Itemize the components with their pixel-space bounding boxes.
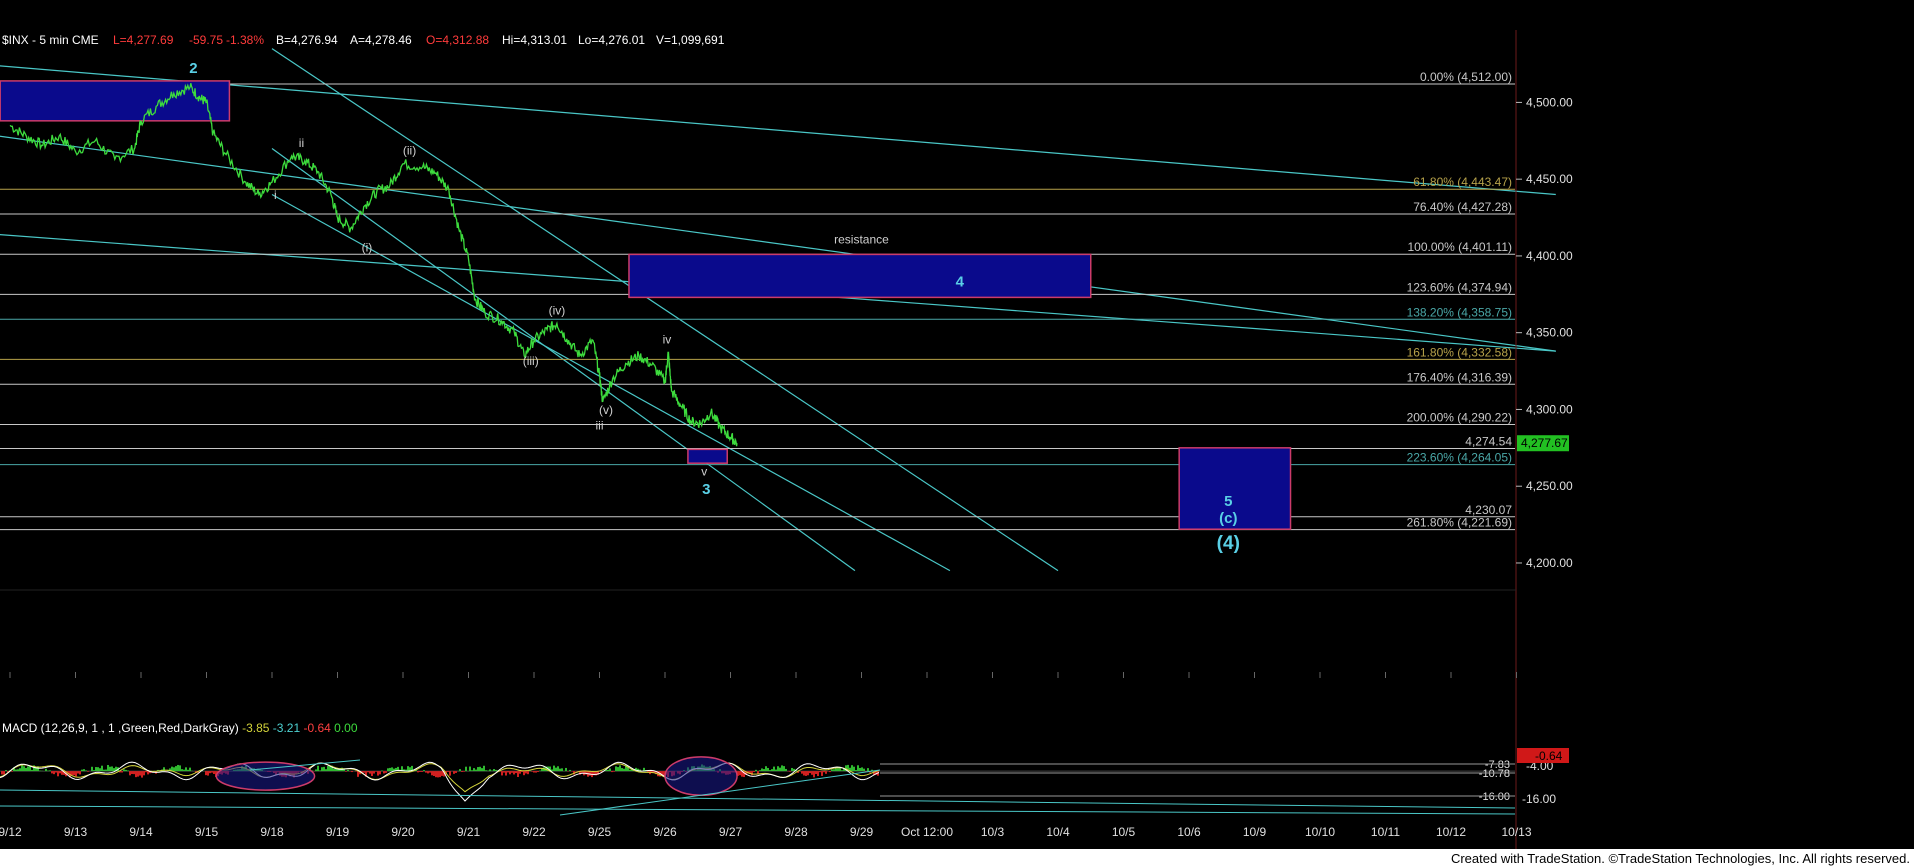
y-tick-label: 4,200.00	[1526, 556, 1573, 570]
fib-level-label: 61.80% (4,443.47)	[1413, 175, 1512, 189]
chart-header-low: Lo=4,276.01	[578, 33, 646, 47]
x-tick-label: 9/13	[64, 825, 88, 839]
x-tick-label: 9/15	[195, 825, 219, 839]
credit-bar: Created with TradeStation. ©TradeStation…	[0, 849, 1914, 868]
x-tick-label: 10/3	[981, 825, 1005, 839]
wave-label: 4	[956, 274, 965, 291]
x-tick-label: 9/19	[326, 825, 350, 839]
x-tick-label: 9/25	[588, 825, 612, 839]
fib-level-label: 100.00% (4,401.11)	[1407, 240, 1512, 254]
target-box	[0, 80, 231, 122]
wave-label: (i)	[362, 240, 373, 254]
y-tick-label: 4,350.00	[1526, 326, 1573, 340]
x-tick-label: 9/14	[129, 825, 153, 839]
target-box	[628, 253, 1092, 299]
y-tick-label: 4,400.00	[1526, 249, 1573, 263]
fib-level-label: 76.40% (4,427.28)	[1413, 200, 1512, 214]
wave-label: (iv)	[549, 303, 566, 317]
chart-header-bid: B=4,276.94	[276, 33, 338, 47]
chart-header-ask: A=4,278.46	[350, 33, 412, 47]
divergence-ellipse	[664, 756, 738, 797]
fib-level-label: 123.60% (4,374.94)	[1407, 280, 1512, 294]
wave-label: v	[701, 464, 707, 478]
x-tick-label: 10/13	[1501, 825, 1531, 839]
y-tick-label: 4,500.00	[1526, 95, 1573, 109]
macd-current-tag-label: -0.64	[1535, 749, 1563, 763]
wave-label: (iii)	[523, 354, 539, 368]
fib-level-label: 200.00% (4,290.22)	[1407, 410, 1512, 424]
fib-level-label: 4,274.54	[1465, 435, 1512, 449]
x-tick-label: 9/29	[850, 825, 874, 839]
wave-label: ii	[299, 136, 304, 150]
fib-level-label: 223.60% (4,264.05)	[1407, 451, 1512, 465]
wave-label: 5	[1224, 493, 1232, 510]
chart-header-symbol: $INX - 5 min CME	[2, 33, 99, 47]
credit-text: Created with TradeStation. ©TradeStation…	[1450, 851, 1910, 866]
target-box	[687, 448, 728, 464]
y-tick-label: 4,450.00	[1526, 172, 1573, 186]
x-tick-label: 10/9	[1243, 825, 1267, 839]
macd-y-tick-label: -16.00	[1522, 792, 1556, 806]
x-tick-label: 9/18	[260, 825, 284, 839]
x-tick-label: 9/22	[522, 825, 546, 839]
chart-header-volume: V=1,099,691	[656, 33, 725, 47]
x-tick-label: 10/4	[1046, 825, 1070, 839]
x-tick-label: 9/27	[719, 825, 743, 839]
y-tick-label: 4,300.00	[1526, 402, 1573, 416]
x-tick-label: 9/28	[784, 825, 808, 839]
x-tick-label: 9/21	[457, 825, 481, 839]
wave-label: (4)	[1217, 533, 1240, 554]
chart-header-open: O=4,312.88	[426, 33, 490, 47]
fib-level-label: 261.80% (4,221.69)	[1407, 516, 1512, 530]
y-tick-label: 4,250.00	[1526, 479, 1573, 493]
x-tick-label: 10/6	[1177, 825, 1201, 839]
chart-header-high: Hi=4,313.01	[502, 33, 568, 47]
fib-level-label: 0.00% (4,512.00)	[1420, 70, 1512, 84]
chart-header-last: L=4,277.69	[113, 33, 174, 47]
wave-label: 2	[189, 60, 197, 77]
fib-level-label: 161.80% (4,332.58)	[1407, 345, 1512, 359]
price-chart: 0.00% (4,512.00) 61.80% (4,443.47) 76.40% …	[0, 30, 1914, 849]
x-tick-label: 9/20	[391, 825, 415, 839]
macd-level-label: -10.78	[1479, 768, 1510, 780]
wave-label: (v)	[599, 403, 613, 417]
x-tick-label: 9/12	[0, 825, 22, 839]
x-tick-label: 9/26	[653, 825, 677, 839]
x-tick-label: 10/10	[1305, 825, 1335, 839]
macd-title: MACD (12,26,9, 1 , 1 ,Green,Red,DarkGray…	[2, 721, 358, 735]
fib-level-label: 176.40% (4,316.39)	[1407, 370, 1512, 384]
wave-label: i	[274, 188, 277, 202]
wave-label: resistance	[834, 233, 889, 247]
wave-label: 3	[702, 481, 710, 498]
x-tick-label: Oct 12:00	[901, 825, 953, 839]
macd-level-label: -16.00	[1479, 791, 1510, 803]
wave-label: iv	[663, 332, 672, 346]
divergence-ellipse	[215, 761, 316, 791]
chart-header-change: -59.75	[189, 33, 224, 47]
wave-label: (c)	[1219, 510, 1237, 527]
current-price-tag-label: 4,277.67	[1521, 436, 1568, 450]
wave-label: iii	[596, 418, 604, 432]
fib-level-label: 138.20% (4,358.75)	[1407, 305, 1512, 319]
x-tick-label: 10/11	[1371, 825, 1400, 839]
chart-header-pct: -1.38%	[226, 33, 265, 47]
x-tick-label: 10/5	[1112, 825, 1136, 839]
wave-label: (ii)	[403, 144, 416, 158]
x-tick-label: 10/12	[1436, 825, 1466, 839]
